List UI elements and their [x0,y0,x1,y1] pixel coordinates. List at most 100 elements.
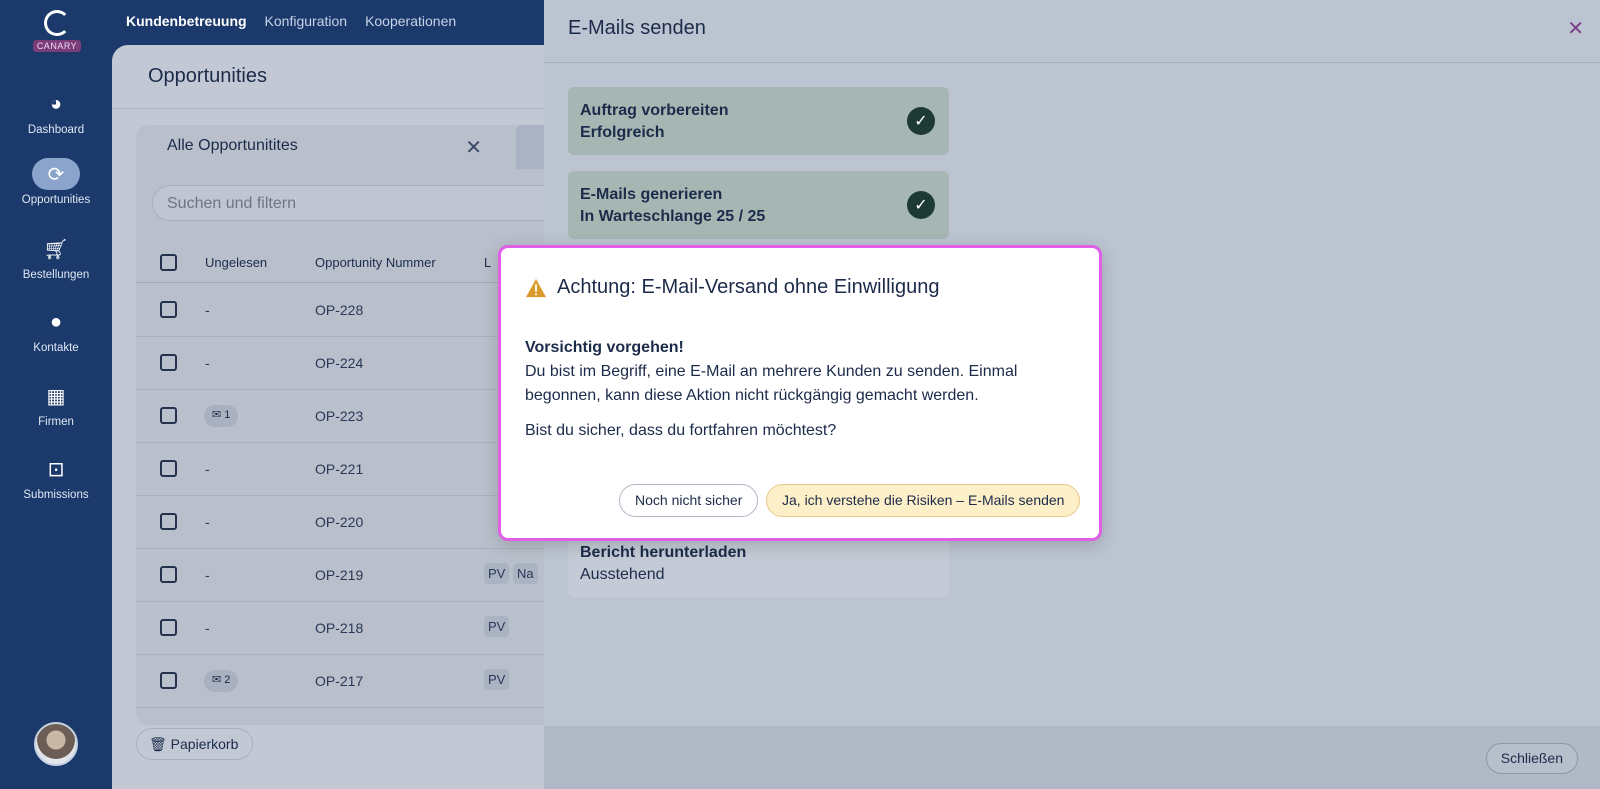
unread-cell: - [205,461,210,477]
nav-item-label: Submissions [23,489,89,501]
divider [112,108,612,109]
step-status: In Warteschlange 25 / 25 [580,208,766,225]
unread-count: 1 [224,409,231,421]
warning-icon [526,278,546,297]
drawer-title: E-Mails senden [568,17,706,39]
row-checkbox[interactable] [160,460,177,477]
mail-icon: ✉ [212,674,222,686]
table-row[interactable]: - OP-219 PV Na [136,549,612,602]
app-logo[interactable]: CANARY [32,10,82,54]
tag: PV [484,669,510,690]
close-button[interactable]: Schließen [1485,743,1578,774]
row-checkbox[interactable] [160,407,177,424]
column-header-unread[interactable]: Ungelesen [205,255,267,270]
number-cell: OP-219 [315,567,364,583]
dialog-body: Vorsichtig vorgehen! Du bist im Begriff,… [525,336,1085,408]
nav-item-kontakte[interactable]: ● Kontakte [0,306,112,355]
unread-cell: - [205,302,210,318]
number-cell: OP-223 [315,408,364,424]
consent-warning-dialog: Achtung: E-Mail-Versand ohne Einwilligun… [498,245,1102,541]
tag: Na [513,563,538,584]
not-sure-button[interactable]: Noch nicht sicher [619,484,759,517]
nav-item-label: Kontakte [33,342,79,354]
canary-logo-icon [44,10,70,36]
tab-all-opportunities[interactable]: Alle Opportunitites ✕ [136,125,494,169]
nav-item-label: Firmen [38,416,74,428]
number-cell: OP-220 [315,514,364,530]
topnav-kooperationen[interactable]: Kooperationen [365,13,456,29]
unread-cell: - [205,355,210,371]
inbox-icon: ⊡ [47,458,65,481]
left-nav: CANARY ◕ Dashboard ⟳ Opportunities 🛒︎ Be… [0,0,112,789]
search-input[interactable]: Suchen und filtern [152,185,612,221]
confirm-send-button[interactable]: Ja, ich verstehe die Risiken – E-Mails s… [766,484,1081,517]
step-generate: E-Mails generieren In Warteschlange 25 /… [568,171,949,239]
search-placeholder: Suchen und filtern [167,195,296,212]
topnav-kundenbetreuung[interactable]: Kundenbetreuung [126,13,247,29]
step-status: Erfolgreich [580,124,665,141]
logo-text: CANARY [32,40,82,52]
table-row[interactable]: - OP-218 PV [136,602,612,655]
row-checkbox[interactable] [160,566,177,583]
unread-count: 2 [224,674,231,686]
dialog-title-text: Achtung: E-Mail-Versand ohne Einwilligun… [557,276,940,298]
unread-cell: - [205,514,210,530]
step-status: Ausstehend [580,566,665,583]
nav-item-firmen[interactable]: ▦ Firmen [0,380,112,429]
dialog-message: Du bist im Begriff, eine E-Mail an mehre… [525,363,1018,404]
dialog-title: Achtung: E-Mail-Versand ohne Einwilligun… [525,276,939,299]
row-checkbox[interactable] [160,672,177,689]
tag: PV [484,563,510,584]
nav-item-label: Bestellungen [22,269,90,281]
trash-button[interactable]: 🗑︎ Papierkorb [136,728,254,760]
nav-item-label: Dashboard [27,124,85,136]
dialog-question: Bist du sicher, dass du fortfahren möcht… [525,422,837,439]
nav-item-bestellungen[interactable]: 🛒︎ Bestellungen [0,233,112,282]
unread-cell: - [205,620,210,636]
step-prepare: Auftrag vorbereiten Erfolgreich ✓ [568,87,949,155]
step-title: Auftrag vorbereiten [580,102,729,119]
number-cell: OP-218 [315,620,364,636]
sync-icon: ⟳ [32,158,80,190]
close-icon[interactable]: ✕ [465,135,482,160]
nav-item-submissions[interactable]: ⊡ Submissions [0,453,112,502]
nav-item-opportunities[interactable]: ⟳ Opportunities [0,158,112,206]
column-header-l[interactable]: L [484,255,491,270]
table-row[interactable]: ✉ 2 OP-217 PV [136,655,612,708]
unread-cell: - [205,567,210,583]
trash-label: Papierkorb [170,736,239,752]
nav-item-label: Opportunities [21,194,91,206]
drawer-footer: Schließen [544,726,1600,789]
mail-icon: ✉ [212,409,222,421]
tab-label: Alle Opportunitites [167,137,298,154]
nav-item-dashboard[interactable]: ◕ Dashboard [0,88,112,137]
unread-badge: ✉ 1 [204,405,239,427]
divider [544,62,1600,63]
row-checkbox[interactable] [160,513,177,530]
row-checkbox[interactable] [160,354,177,371]
select-all-checkbox[interactable] [160,254,177,271]
column-header-number[interactable]: Opportunity Nummer [315,255,436,270]
person-icon: ● [49,310,63,333]
step-title: E-Mails generieren [580,186,723,203]
page-title: Opportunities [148,65,267,87]
top-nav: Kundenbetreuung Konfiguration Kooperatio… [126,13,456,29]
row-checkbox[interactable] [160,301,177,318]
pie-chart-icon: ◕ [49,92,63,115]
row-checkbox[interactable] [160,619,177,636]
tag: PV [484,616,510,637]
number-cell: OP-221 [315,461,364,477]
check-icon: ✓ [907,107,935,135]
step-title: Bericht herunterladen [580,544,747,561]
avatar[interactable] [34,722,78,766]
close-icon[interactable]: ✕ [1567,16,1584,41]
number-cell: OP-228 [315,302,364,318]
cart-icon: 🛒︎ [43,238,69,261]
topnav-konfiguration[interactable]: Konfiguration [265,13,348,29]
check-icon: ✓ [907,191,935,219]
unread-badge: ✉ 2 [204,670,239,692]
number-cell: OP-224 [315,355,364,371]
trash-icon: 🗑︎ [149,736,167,752]
building-icon: ▦ [46,385,66,408]
number-cell: OP-217 [315,673,364,689]
